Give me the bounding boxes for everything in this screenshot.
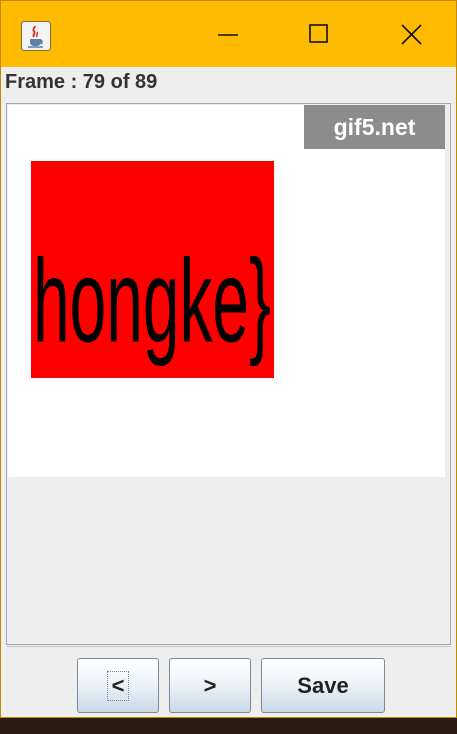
close-icon [401, 24, 422, 45]
maximize-button[interactable] [273, 1, 363, 67]
gif-frame-image: hongke} [31, 161, 274, 378]
frame-counter-label: Frame : 79 of 89 [5, 71, 158, 93]
java-cup-icon[interactable] [21, 21, 51, 51]
maximize-icon [309, 24, 328, 43]
close-button[interactable] [363, 1, 453, 67]
gif-frame-text: hongke} [33, 236, 271, 368]
prev-button-label: < [106, 670, 130, 701]
content-panel: gif5.net hongke} [6, 103, 451, 645]
save-button[interactable]: Save [261, 658, 385, 713]
next-button-label: > [203, 672, 217, 698]
app-window: Frame : 79 of 89 gif5.net hongke} < > Sa… [0, 0, 457, 718]
title-bar[interactable] [1, 1, 456, 67]
next-frame-button[interactable]: > [169, 658, 251, 713]
divider [6, 646, 451, 647]
minimize-icon [218, 34, 238, 36]
previous-frame-button[interactable]: < [77, 658, 159, 713]
gif-preview-area: gif5.net hongke} [8, 105, 445, 477]
save-button-label: Save [297, 672, 349, 698]
minimize-button[interactable] [183, 1, 273, 67]
watermark-label: gif5.net [304, 105, 445, 149]
